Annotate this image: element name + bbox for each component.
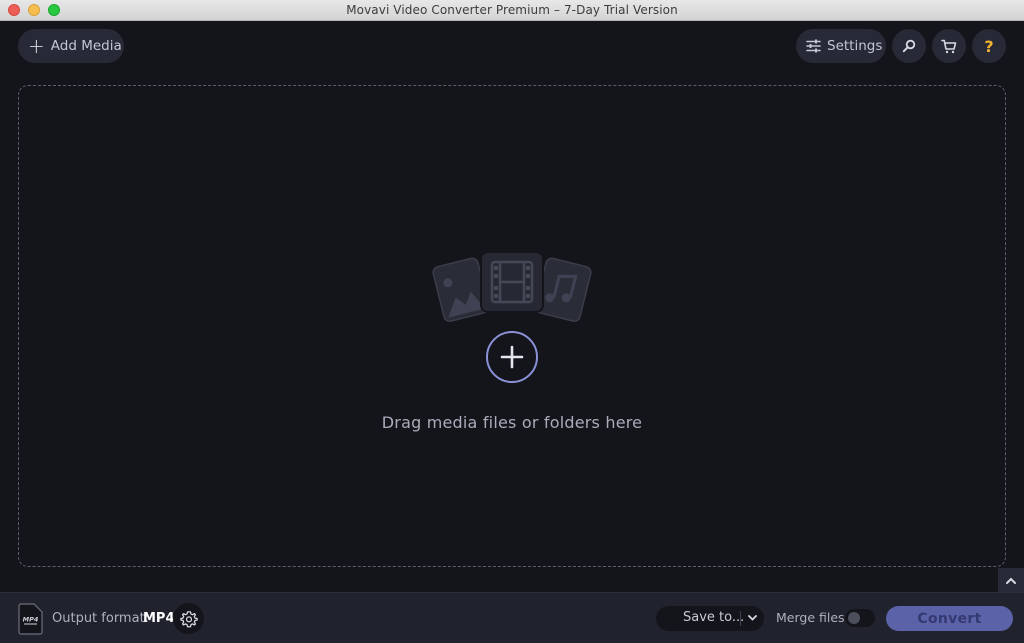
- drop-zone[interactable]: [18, 85, 1006, 567]
- bottom-bar: MP4 Output format: MP4 Save to... Merge …: [0, 592, 1024, 643]
- maximize-window-button[interactable]: [48, 4, 60, 16]
- toggle-knob: [848, 612, 860, 624]
- cart-icon: [941, 39, 957, 53]
- help-button[interactable]: ?: [972, 29, 1006, 63]
- settings-button[interactable]: Settings: [796, 29, 886, 63]
- output-format-value[interactable]: MP4: [143, 611, 175, 626]
- output-format-label: Output format:: [52, 611, 150, 626]
- collapse-panel-button[interactable]: [998, 568, 1024, 592]
- minimize-window-button[interactable]: [28, 4, 40, 16]
- save-to-control: Save to...: [656, 606, 764, 631]
- app-window: Movavi Video Converter Premium – 7-Day T…: [0, 0, 1024, 643]
- media-types-illustration: [432, 251, 592, 322]
- gear-icon: [179, 610, 198, 627]
- format-settings-button[interactable]: [173, 603, 204, 634]
- chevron-up-icon: [1006, 577, 1016, 584]
- sliders-icon: [806, 39, 821, 53]
- search-icon: [902, 39, 916, 53]
- chevron-down-icon: [747, 615, 757, 621]
- help-icon: ?: [984, 36, 994, 56]
- merge-files-label: Merge files:: [776, 610, 849, 625]
- window-title: Movavi Video Converter Premium – 7-Day T…: [346, 3, 678, 17]
- film-icon: [480, 251, 544, 313]
- close-window-button[interactable]: [8, 4, 20, 16]
- search-button[interactable]: [892, 29, 926, 63]
- title-bar: Movavi Video Converter Premium – 7-Day T…: [0, 0, 1024, 21]
- add-media-button[interactable]: + Add Media: [18, 29, 124, 63]
- plus-circle-icon: [500, 345, 524, 369]
- drop-zone-message: Drag media files or folders here: [381, 413, 643, 432]
- plus-icon: +: [28, 34, 45, 58]
- cart-button[interactable]: [932, 29, 966, 63]
- merge-files-toggle[interactable]: [845, 609, 875, 627]
- window-controls: [8, 4, 60, 16]
- convert-button[interactable]: Convert: [886, 606, 1013, 631]
- add-media-label: Add Media: [50, 38, 122, 54]
- mp4-format-icon-text: MP4: [23, 616, 39, 624]
- save-to-divider: [740, 611, 741, 626]
- add-files-button[interactable]: [486, 331, 538, 383]
- mp4-format-icon[interactable]: MP4: [18, 603, 43, 635]
- save-to-button[interactable]: Save to...: [683, 610, 744, 625]
- settings-label: Settings: [827, 38, 883, 54]
- save-to-dropdown[interactable]: [744, 609, 760, 627]
